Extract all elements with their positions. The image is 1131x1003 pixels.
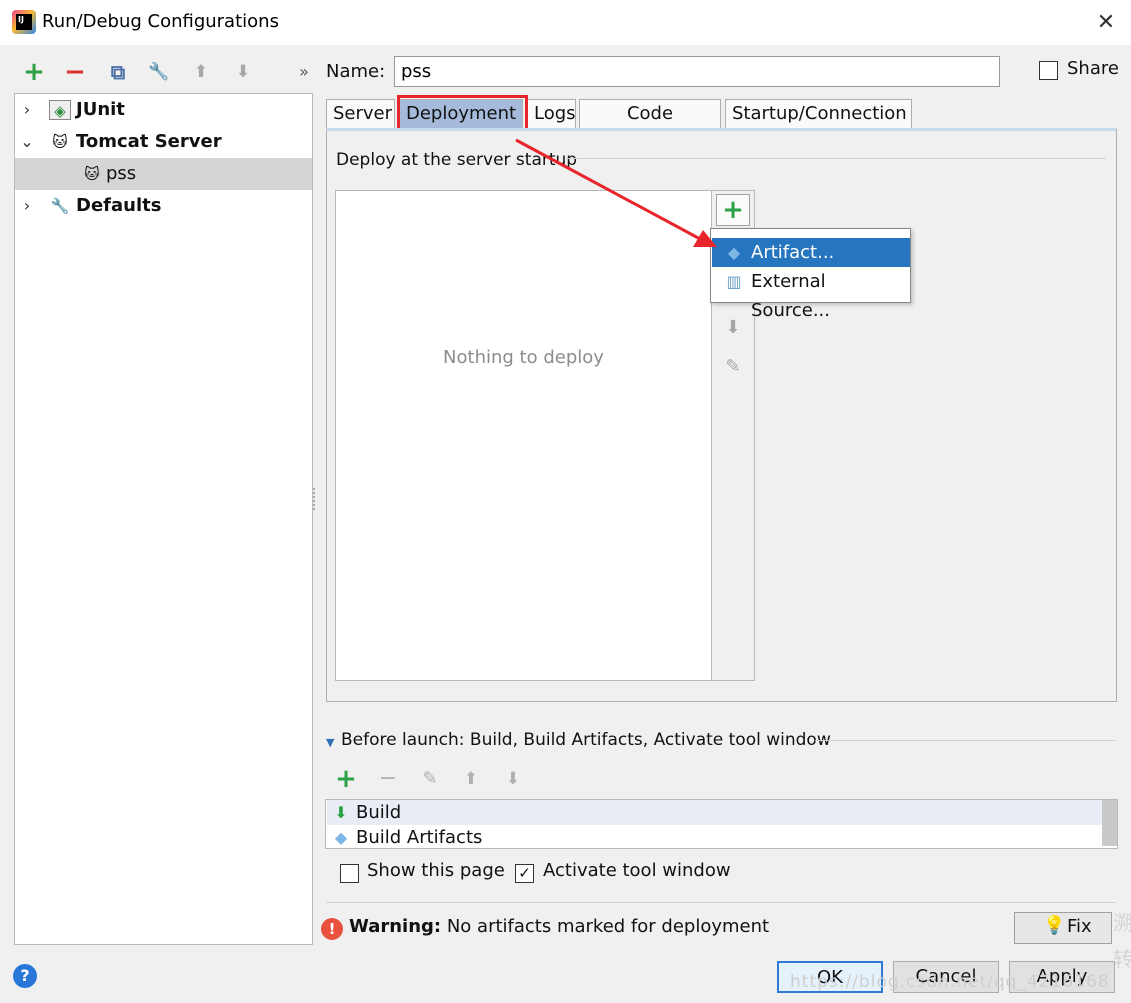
warning-text: Warning: No artifacts marked for deploym… xyxy=(349,916,769,937)
artifact-icon: ◆ xyxy=(334,828,348,847)
edit-icon[interactable]: ✎ xyxy=(418,767,442,791)
watermark-url: https://blog.csdn.net/qq_4216168 xyxy=(790,972,1110,992)
show-page-checkbox[interactable] xyxy=(340,864,359,883)
help-button[interactable]: ? xyxy=(13,964,37,988)
before-launch-task-list: ⬇ Build ◆ Build Artifacts xyxy=(325,799,1118,849)
collapse-triangle-icon[interactable]: ▼ xyxy=(326,736,334,749)
arrow-up-icon[interactable]: ⬆ xyxy=(459,767,483,791)
annotation-arrow xyxy=(515,138,717,247)
app-icon-text: IJ xyxy=(18,15,24,24)
lightbulb-icon: 💡 xyxy=(1043,915,1066,936)
activate-tool-window-checkbox[interactable]: ✓ xyxy=(515,864,534,883)
task-row-build-artifacts[interactable]: ◆ Build Artifacts xyxy=(327,825,1103,850)
remove-icon[interactable]: − xyxy=(376,767,400,791)
warning-message: No artifacts marked for deployment xyxy=(441,916,770,937)
task-row-build[interactable]: ⬇ Build xyxy=(327,800,1103,825)
watermark-char: 溯 xyxy=(1113,911,1131,935)
fix-label: Fix xyxy=(1067,916,1092,937)
warning-prefix: Warning: xyxy=(349,916,442,937)
task-label: Build xyxy=(356,802,402,823)
activate-tool-window-label: Activate tool window xyxy=(543,860,731,881)
task-label: Build Artifacts xyxy=(356,827,483,848)
scrollbar[interactable] xyxy=(1102,800,1117,846)
separator xyxy=(815,740,1115,741)
show-page-label: Show this page xyxy=(367,860,505,881)
warning-icon: ! xyxy=(321,918,343,940)
separator xyxy=(326,902,1116,903)
fix-button[interactable]: 💡 Fix xyxy=(1014,912,1112,944)
before-launch-label[interactable]: Before launch: Build, Build Artifacts, A… xyxy=(341,730,831,750)
watermark-char: 转 xyxy=(1113,947,1131,971)
add-icon[interactable]: + xyxy=(334,766,358,792)
arrow-down-icon[interactable]: ⬇ xyxy=(501,767,525,791)
build-icon: ⬇ xyxy=(334,803,348,822)
